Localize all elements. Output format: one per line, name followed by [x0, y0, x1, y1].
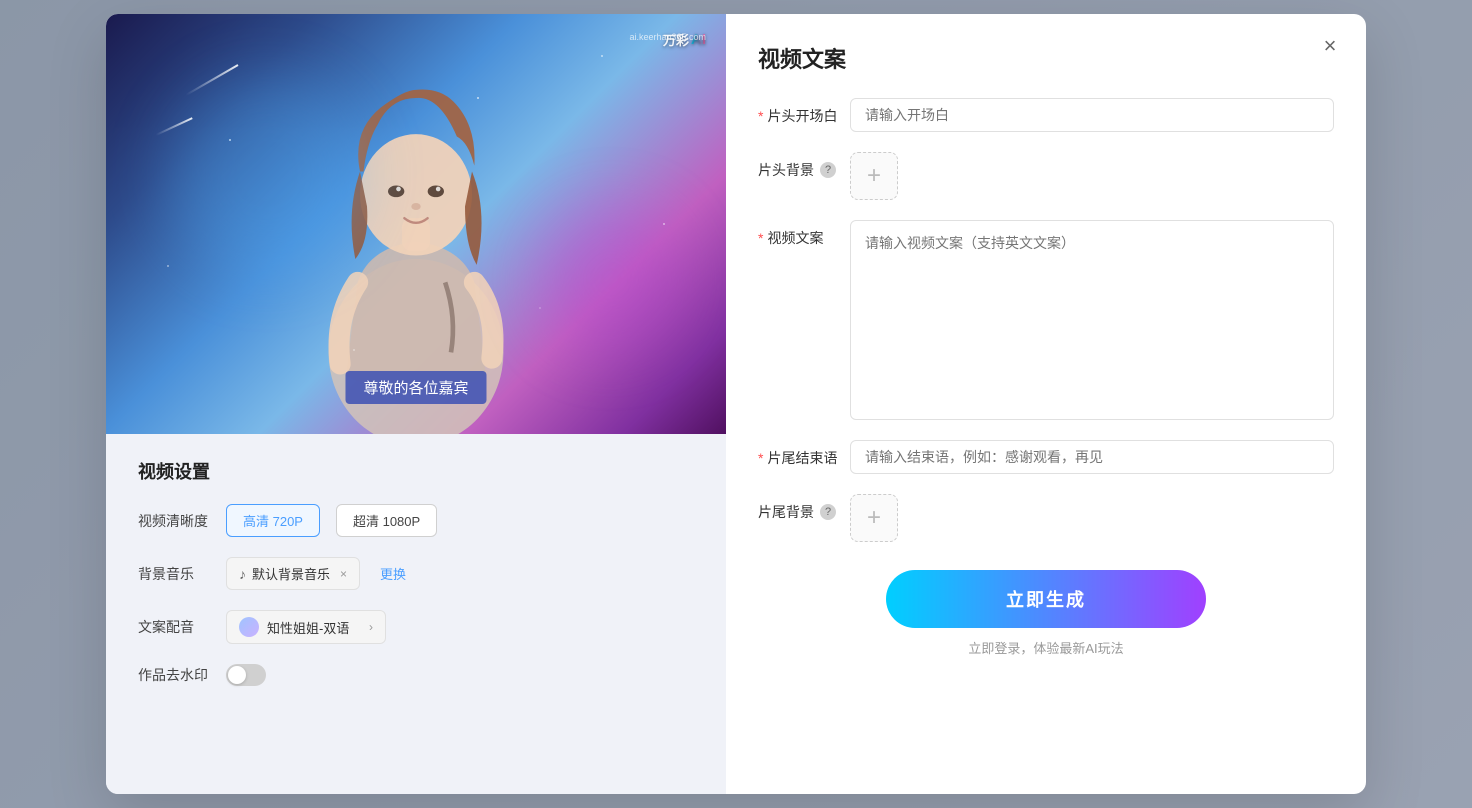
content-row: * 视频文案	[758, 220, 1334, 420]
content-required: *	[758, 230, 763, 246]
opening-input[interactable]	[850, 98, 1334, 132]
add-outro-bg-button[interactable]: +	[850, 494, 898, 542]
quality-fhd-button[interactable]: 超清 1080P	[336, 504, 437, 537]
voice-name: 知性姐姐-双语	[267, 618, 349, 637]
bg-intro-help-icon[interactable]: ?	[820, 162, 836, 178]
bg-intro-row: 片头背景 ? +	[758, 152, 1334, 200]
bg-outro-row: 片尾背景 ? +	[758, 494, 1334, 542]
close-button[interactable]: ×	[1314, 30, 1346, 62]
closing-label: * 片尾结束语	[758, 440, 838, 468]
music-note-icon: ♪	[239, 566, 246, 582]
watermark-sub: ai.keerhan365.com	[629, 32, 706, 42]
quality-hd-button[interactable]: 高清 720P	[226, 504, 320, 537]
music-row: 背景音乐 ♪ 默认背景音乐 × 更换	[138, 557, 694, 590]
chevron-right-icon: ›	[369, 620, 373, 634]
panel-title: 视频文案	[758, 42, 1334, 74]
opening-label: * 片头开场白	[758, 98, 838, 126]
watermark-toggle[interactable]	[226, 664, 266, 686]
bg-intro-label: 片头背景 ?	[758, 152, 838, 180]
music-tag: ♪ 默认背景音乐 ×	[226, 557, 360, 590]
music-name: 默认背景音乐	[252, 564, 330, 583]
bg-outro-label: 片尾背景 ?	[758, 494, 838, 522]
generate-section: 立即生成 立即登录，体验最新AI玩法	[758, 570, 1334, 657]
video-background: 万彩AI ai.keerhan365.com	[106, 14, 726, 434]
voice-label: 文案配音	[138, 617, 210, 637]
bg-outro-help-icon[interactable]: ?	[820, 504, 836, 520]
login-hint-text: 立即登录，体验最新AI玩法	[968, 641, 1123, 656]
video-settings: 视频设置 视频清晰度 高清 720P 超清 1080P 背景音乐 ♪ 默认背景音…	[106, 434, 726, 794]
music-change-button[interactable]: 更换	[376, 564, 410, 583]
content-textarea[interactable]	[850, 220, 1334, 420]
closing-input[interactable]	[850, 440, 1334, 474]
settings-title: 视频设置	[138, 458, 694, 484]
glow-blue	[166, 74, 366, 274]
music-remove-icon[interactable]: ×	[340, 567, 347, 581]
video-preview: 万彩AI ai.keerhan365.com	[106, 14, 726, 434]
voice-avatar	[239, 617, 259, 637]
subtitle-bar: 尊敬的各位嘉宾	[345, 371, 486, 404]
voice-row: 文案配音 知性姐姐-双语 ›	[138, 610, 694, 644]
closing-row: * 片尾结束语	[758, 440, 1334, 474]
right-panel: 视频文案 * 片头开场白 片头背景 ? + *	[726, 14, 1366, 794]
opening-required: *	[758, 108, 763, 124]
add-intro-bg-button[interactable]: +	[850, 152, 898, 200]
voice-selector[interactable]: 知性姐姐-双语 ›	[226, 610, 386, 644]
quality-label: 视频清晰度	[138, 511, 210, 531]
login-hint: 立即登录，体验最新AI玩法	[968, 638, 1123, 657]
opening-row: * 片头开场白	[758, 98, 1334, 132]
watermark-row: 作品去水印	[138, 664, 694, 686]
closing-required: *	[758, 450, 763, 466]
glow-purple	[536, 204, 686, 354]
quality-row: 视频清晰度 高清 720P 超清 1080P	[138, 504, 694, 537]
main-modal: × 万彩AI ai.keerhan365.com	[106, 14, 1366, 794]
left-panel: 万彩AI ai.keerhan365.com	[106, 14, 726, 794]
generate-button[interactable]: 立即生成	[886, 570, 1206, 628]
music-label: 背景音乐	[138, 564, 210, 584]
content-label: * 视频文案	[758, 220, 838, 248]
watermark-toggle-label: 作品去水印	[138, 665, 210, 685]
